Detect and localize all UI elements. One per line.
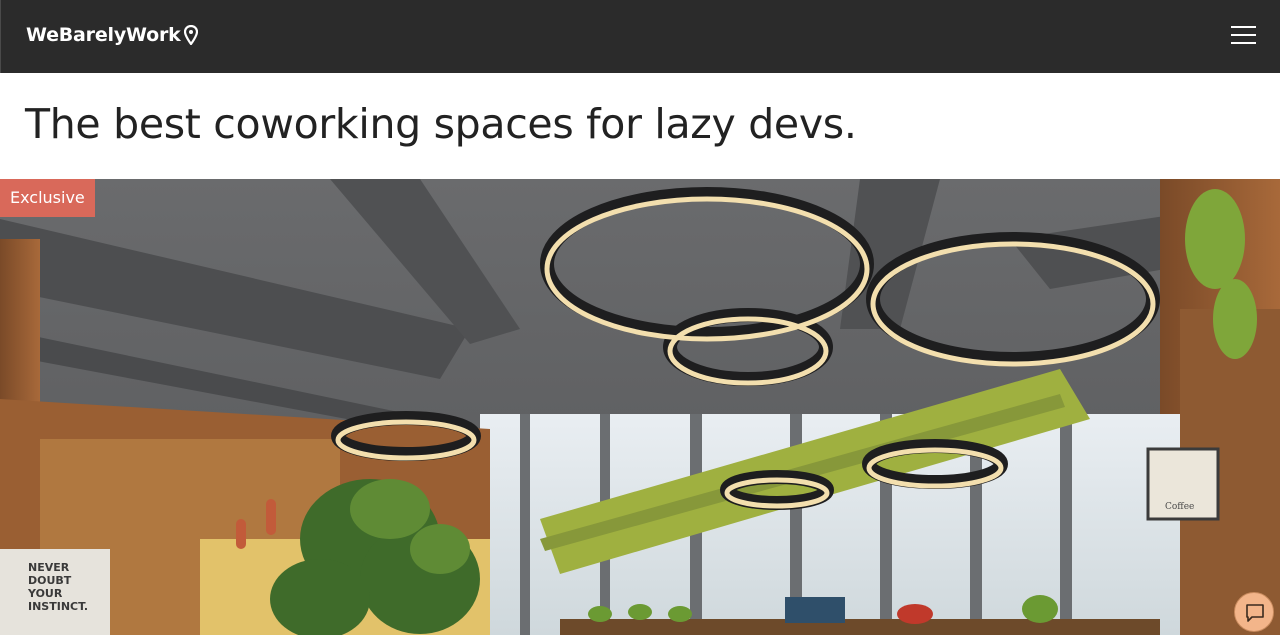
wall-text-line: NEVER xyxy=(28,561,70,574)
hero-image: NEVER DOUBT YOUR INSTINCT. Coffee xyxy=(0,179,1280,635)
chat-bubble-icon[interactable] xyxy=(1234,592,1274,632)
page-title: The best coworking spaces for lazy devs. xyxy=(25,100,857,148)
top-navbar: WeBarelyWork xyxy=(0,0,1280,73)
wall-text-line: INSTINCT. xyxy=(28,600,88,613)
wall-text-line: DOUBT xyxy=(28,574,72,587)
map-pin-icon[interactable] xyxy=(183,24,199,46)
wall-text-line: YOUR xyxy=(27,587,63,600)
coffee-sign-text: Coffee xyxy=(1165,502,1194,512)
brand-logo[interactable]: WeBarelyWork xyxy=(26,24,181,46)
hamburger-menu-icon[interactable] xyxy=(1228,22,1258,48)
exclusive-badge: Exclusive xyxy=(0,179,95,217)
